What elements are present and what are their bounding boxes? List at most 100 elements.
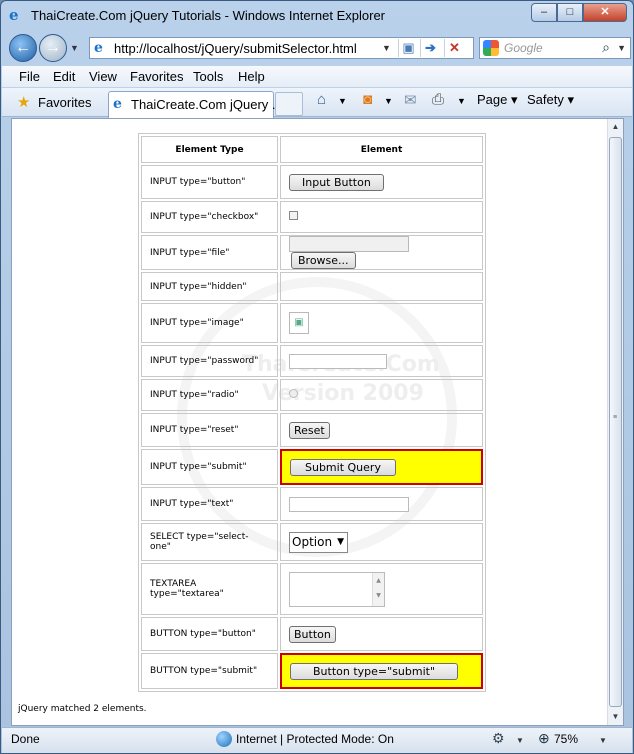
browser-window: e ThaiCreate.Com jQuery Tutorials - Wind… — [0, 0, 634, 754]
print-icon[interactable]: ⎙ — [432, 91, 444, 108]
table-row: INPUT type="file" Browse... — [141, 235, 483, 270]
menu-tools[interactable]: Tools — [193, 69, 223, 84]
row-type-label: SELECT type="select-one" — [141, 523, 278, 561]
row-element-cell — [280, 201, 483, 233]
row-type-label: BUTTON type="submit" — [141, 653, 278, 689]
image-input-placeholder-icon[interactable]: ▣ — [289, 312, 309, 334]
table-row: INPUT type="text" — [141, 487, 483, 521]
row-element-cell: Input Button — [280, 165, 483, 199]
forward-button[interactable]: → — [39, 34, 67, 62]
table-row: INPUT type="checkbox" — [141, 201, 483, 233]
go-icon[interactable]: ➔ — [420, 39, 440, 57]
text-input[interactable] — [289, 496, 409, 512]
address-input[interactable]: http://localhost/jQuery/submitSelector.h… — [114, 41, 357, 56]
maximize-button[interactable]: □ — [557, 3, 583, 22]
tab-active[interactable]: e ThaiCreate.Com jQuery ... — [108, 91, 283, 118]
tab-page-icon: e — [113, 96, 122, 112]
favorites-star-icon[interactable]: ★ — [17, 93, 30, 111]
row-type-label: TEXTAREA type="textarea" — [141, 563, 278, 615]
column-header-element: Element — [280, 136, 483, 163]
input-checkbox[interactable] — [289, 211, 298, 220]
recent-pages-dropdown-icon[interactable]: ▼ — [70, 43, 79, 53]
window-title: ThaiCreate.Com jQuery Tutorials - Window… — [31, 8, 386, 23]
row-element-cell — [280, 379, 483, 411]
menu-favorites[interactable]: Favorites — [130, 69, 183, 84]
select-value: Option — [292, 534, 333, 549]
search-input[interactable]: Google — [504, 41, 543, 55]
stop-icon[interactable]: ✕ — [444, 39, 464, 57]
radio-input[interactable] — [289, 389, 298, 398]
minimize-button[interactable]: – — [531, 3, 557, 22]
status-text: Done — [11, 732, 40, 746]
scroll-grip-icon: ≡ — [613, 414, 618, 421]
menu-help[interactable]: Help — [238, 69, 265, 84]
row-type-label: INPUT type="text" — [141, 487, 278, 521]
column-header-element-type: Element Type — [141, 136, 278, 163]
browse-button[interactable]: Browse... — [291, 252, 356, 269]
submit-query-button[interactable]: Submit Query — [290, 458, 396, 476]
address-dropdown-icon[interactable]: ▼ — [382, 43, 391, 53]
page-menu-button[interactable]: Page ▾ — [477, 92, 518, 108]
safety-menu-button[interactable]: Safety ▾ — [527, 92, 574, 108]
textarea-input[interactable]: ▲ ▼ — [289, 571, 385, 607]
zoom-icon[interactable]: ⊕ — [538, 730, 550, 747]
protected-mode-icon[interactable]: ⚙ — [492, 730, 505, 747]
scroll-down-arrow-icon[interactable]: ▼ — [608, 709, 623, 725]
close-button[interactable]: ✕ — [583, 3, 627, 22]
address-bar[interactable]: e http://localhost/jQuery/submitSelector… — [89, 37, 474, 59]
reset-button[interactable]: Reset — [289, 421, 330, 439]
option-select[interactable]: Option ▼ — [289, 531, 348, 553]
feeds-dropdown-icon[interactable]: ▼ — [384, 96, 393, 106]
input-button[interactable]: Input Button — [289, 173, 384, 191]
read-mail-icon[interactable]: ✉ — [404, 91, 417, 109]
scroll-thumb[interactable]: ≡ — [609, 137, 622, 707]
favorites-button[interactable]: Favorites — [38, 95, 91, 110]
zoom-dropdown-icon[interactable]: ▼ — [599, 736, 607, 745]
row-type-label: INPUT type="hidden" — [141, 272, 278, 301]
textarea-scrollbar[interactable]: ▲ ▼ — [372, 572, 384, 606]
row-element-cell: Button — [280, 617, 483, 651]
search-box[interactable]: Google ⌕ ▼ — [479, 37, 631, 59]
row-element-cell: Option ▼ — [280, 523, 483, 561]
jquery-result-text: jQuery matched 2 elements. — [18, 704, 147, 714]
row-element-cell — [280, 272, 483, 301]
row-element-cell-highlighted: Button type="submit" — [280, 653, 483, 689]
file-path-field[interactable] — [289, 236, 409, 252]
row-type-label: INPUT type="button" — [141, 165, 278, 199]
title-bar: e ThaiCreate.Com jQuery Tutorials - Wind… — [1, 1, 633, 31]
search-icon[interactable]: ⌕ — [602, 39, 610, 56]
window-controls: – □ ✕ — [531, 3, 627, 23]
row-element-cell — [280, 345, 483, 377]
menu-file[interactable]: File — [19, 69, 40, 84]
row-type-label: INPUT type="image" — [141, 303, 278, 343]
protected-mode-dropdown-icon[interactable]: ▼ — [516, 736, 524, 745]
row-element-cell: ▲ ▼ — [280, 563, 483, 615]
vertical-scrollbar[interactable]: ▲ ≡ ▼ — [607, 119, 623, 725]
table-row: INPUT type="reset" Reset — [141, 413, 483, 447]
security-zone-label[interactable]: Internet | Protected Mode: On — [236, 732, 394, 746]
scroll-up-arrow-icon[interactable]: ▲ — [608, 119, 623, 135]
row-element-cell-highlighted: Submit Query — [280, 449, 483, 485]
menu-view[interactable]: View — [89, 69, 117, 84]
row-type-label: INPUT type="reset" — [141, 413, 278, 447]
feeds-icon[interactable]: ◙ — [363, 91, 372, 108]
search-options-dropdown-icon[interactable]: ▼ — [617, 43, 626, 53]
submit-button-element[interactable]: Button type="submit" — [290, 662, 459, 680]
elements-table: Element Type Element INPUT type="button"… — [138, 133, 486, 692]
safety-menu-label: Safety — [527, 92, 564, 107]
print-dropdown-icon[interactable]: ▼ — [457, 96, 466, 106]
menu-edit[interactable]: Edit — [53, 69, 75, 84]
table-row: INPUT type="image" ▣ — [141, 303, 483, 343]
new-tab-button[interactable] — [275, 92, 303, 116]
navigation-row: ← → ▼ e http://localhost/jQuery/submitSe… — [1, 31, 633, 65]
back-button[interactable]: ← — [9, 34, 37, 62]
row-type-label: INPUT type="checkbox" — [141, 201, 278, 233]
button-element[interactable]: Button — [289, 625, 336, 643]
zoom-level[interactable]: 75% — [554, 732, 578, 746]
password-input[interactable] — [289, 353, 387, 369]
home-icon[interactable]: ⌂ — [317, 91, 326, 108]
page-content: ThaiCreate.Com Version 2009 Element Type… — [11, 118, 624, 726]
home-dropdown-icon[interactable]: ▼ — [338, 96, 347, 106]
compatibility-view-icon[interactable]: ▣ — [398, 39, 418, 57]
table-row: BUTTON type="button" Button — [141, 617, 483, 651]
